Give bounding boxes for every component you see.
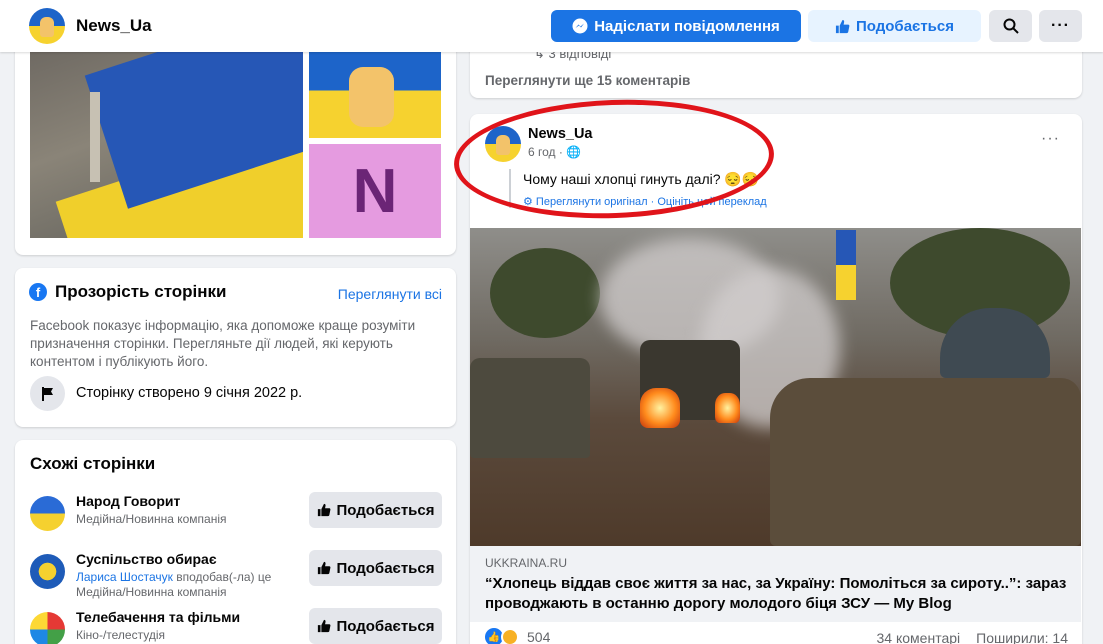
fire xyxy=(715,393,740,423)
like-label: Подобається xyxy=(336,617,435,635)
similar-page-item[interactable]: Телебачення та фільми Кіно-/телестудія П… xyxy=(30,608,442,644)
reaction-count: 504 xyxy=(527,629,551,644)
thumbs-up-icon xyxy=(317,503,330,517)
transparency-description: Facebook показує інформацію, яка допомож… xyxy=(30,318,416,369)
messenger-icon xyxy=(572,18,588,34)
reactions-summary[interactable]: 👍 504 xyxy=(485,628,550,644)
engagement-counts: 34 коментарі Поширили: 14 xyxy=(877,630,1068,644)
similar-page-item[interactable]: Суспільство обирає Лариса Шостачук вподо… xyxy=(30,550,442,599)
similar-pages-card: Схожі сторінки Народ Говорит Медійна/Нов… xyxy=(15,440,456,644)
similar-page-subtitle: Лариса Шостачук вподобав(-ла) це Медійна… xyxy=(76,570,271,600)
search-button[interactable] xyxy=(989,10,1032,42)
n-letter: N xyxy=(352,156,398,226)
post-card: News_Ua 6 год · 🌐 ··· Чому наші хлопці г… xyxy=(452,94,1082,644)
avatar xyxy=(30,554,65,589)
see-all-link[interactable]: Переглянути всі xyxy=(338,286,442,302)
shares-count[interactable]: Поширили: 14 xyxy=(976,630,1068,644)
similar-pages-title: Схожі сторінки xyxy=(30,454,156,473)
thumbs-up-icon xyxy=(317,619,330,633)
search-icon xyxy=(1003,18,1019,34)
post-stats: 👍 504 34 коментарі Поширили: 14 xyxy=(470,622,1081,644)
thumbs-up-icon xyxy=(835,19,850,33)
fist-icon xyxy=(349,67,394,127)
page-transparency-card: f Прозорість сторінки Переглянути всі Fa… xyxy=(15,268,456,427)
comments-count[interactable]: 34 коментарі xyxy=(877,630,961,644)
photo-fist[interactable] xyxy=(309,52,441,138)
transparency-title: Прозорість сторінки xyxy=(55,282,227,301)
thumbs-up-icon xyxy=(317,561,330,575)
armored-vehicle xyxy=(770,378,1081,546)
page-created-date: Сторінку створено 9 січня 2022 р. xyxy=(76,385,303,401)
post-options-button[interactable]: ··· xyxy=(1041,130,1060,148)
similar-page-name[interactable]: Народ Говорит xyxy=(76,493,180,509)
similar-page-category: Кіно-/телестудія xyxy=(76,628,165,642)
similar-page-category: Медійна/Новинна компанія xyxy=(76,512,227,526)
send-message-label: Надіслати повідомлення xyxy=(594,17,780,35)
page-title[interactable]: News_Ua xyxy=(76,16,152,36)
similar-page-name[interactable]: Телебачення та фільми xyxy=(76,609,240,625)
similar-page-like-button[interactable]: Подобається xyxy=(309,492,442,528)
more-comments-link[interactable]: Переглянути ще 15 коментарів xyxy=(485,73,690,88)
fire xyxy=(640,388,680,428)
ukraine-flag xyxy=(836,230,856,300)
like-label: Подобається xyxy=(336,559,435,577)
similar-page-category: Медійна/Новинна компанія xyxy=(76,585,227,599)
similar-page-item[interactable]: Народ Говорит Медійна/Новинна компанія П… xyxy=(30,492,442,538)
link-preview[interactable]: UKKRAINA.RU “Хлопець віддав своє життя з… xyxy=(470,546,1081,622)
liked-text: вподобав(-ла) це xyxy=(172,570,272,584)
tree xyxy=(490,248,600,338)
liker-link[interactable]: Лариса Шостачук xyxy=(76,570,173,584)
flag-icon xyxy=(30,376,65,411)
page-header: News_Ua Надіслати повідомлення Подобаєть… xyxy=(0,0,1103,52)
similar-page-like-button[interactable]: Подобається xyxy=(309,550,442,586)
link-domain: UKKRAINA.RU xyxy=(485,556,568,570)
send-message-button[interactable]: Надіслати повідомлення xyxy=(551,10,801,42)
avatar xyxy=(30,612,65,644)
sad-reaction-icon xyxy=(501,628,519,644)
armored-vehicle xyxy=(470,358,590,458)
facebook-icon: f xyxy=(29,283,47,301)
like-page-button[interactable]: Подобається xyxy=(808,10,981,42)
avatar xyxy=(30,496,65,531)
fist-icon xyxy=(40,17,54,37)
similar-page-like-button[interactable]: Подобається xyxy=(309,608,442,644)
post-link-image[interactable] xyxy=(470,228,1081,546)
more-options-button[interactable]: ··· xyxy=(1039,10,1082,42)
photos-card: N xyxy=(15,40,456,255)
page-avatar[interactable] xyxy=(29,8,65,44)
motherland-statue xyxy=(90,92,100,182)
like-label: Подобається xyxy=(336,501,435,519)
photo-n-logo[interactable]: N xyxy=(309,144,441,238)
similar-page-name[interactable]: Суспільство обирає xyxy=(76,551,217,567)
link-title[interactable]: “Хлопець віддав своє життя за нас, за Ук… xyxy=(485,574,1070,614)
like-page-label: Подобається xyxy=(856,17,954,35)
photo-flag-monument[interactable] xyxy=(30,52,303,238)
